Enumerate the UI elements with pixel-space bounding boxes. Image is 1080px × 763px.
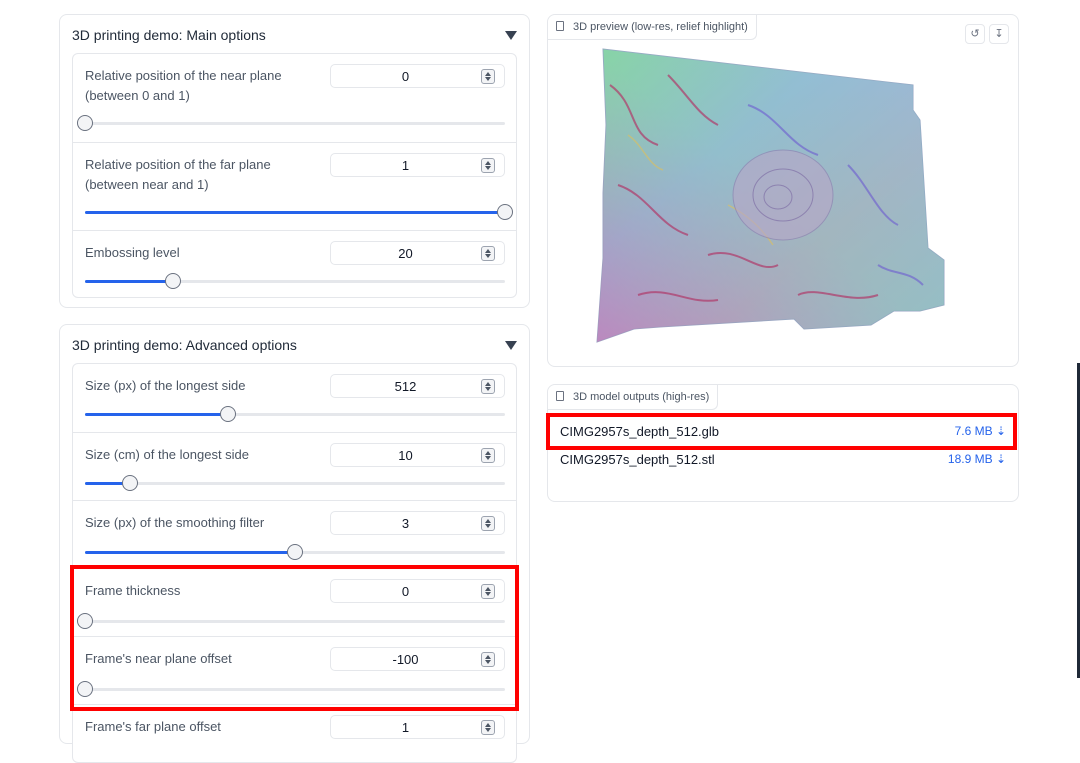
collapse-arrow-icon[interactable] [505, 341, 517, 350]
stepper-icon[interactable] [481, 246, 495, 261]
slider-thumb[interactable] [165, 273, 182, 289]
smoothing-value[interactable]: 3 [331, 516, 480, 531]
stepper-icon[interactable] [481, 584, 495, 599]
file-row[interactable]: CIMG2957s_depth_512.glb 7.6 MB ⇣ [560, 418, 1006, 444]
slider-thumb[interactable] [219, 406, 236, 422]
slider-thumb[interactable] [497, 204, 513, 220]
frame-thickness-input[interactable]: 0 [330, 579, 505, 603]
stepper-icon[interactable] [481, 69, 495, 84]
size-cm-slider[interactable] [85, 475, 505, 491]
smoothing-input[interactable]: 3 [330, 511, 505, 535]
far-plane-label: Relative position of the far plane (betw… [85, 157, 271, 192]
near-plane-input[interactable]: 0 [330, 64, 505, 88]
file-name-link[interactable]: CIMG2957s_depth_512.stl [560, 452, 715, 467]
slider-thumb[interactable] [121, 475, 138, 491]
frame-far-offset-label: Frame's far plane offset [85, 719, 221, 734]
size-cm-label: Size (cm) of the longest side [85, 447, 250, 462]
main-options-panel: 3D printing demo: Main options Relative … [59, 14, 530, 308]
far-plane-slider[interactable] [85, 204, 513, 220]
far-plane-value[interactable]: 1 [331, 158, 480, 173]
file-row[interactable]: CIMG2957s_depth_512.stl 18.9 MB ⇣ [560, 446, 1006, 472]
frame-far-offset-row: Frame's far plane offset 1 [73, 704, 516, 762]
stepper-icon[interactable] [481, 516, 495, 531]
advanced-options-group: Size (px) of the longest side 512 Size (… [72, 363, 517, 763]
stepper-icon[interactable] [481, 720, 495, 735]
size-cm-row: Size (cm) of the longest side 10 [73, 432, 516, 500]
slider-thumb[interactable] [77, 613, 93, 629]
size-cm-value[interactable]: 10 [331, 448, 480, 463]
file-download-link[interactable]: 7.6 MB ⇣ [955, 424, 1006, 438]
near-plane-row: Relative position of the near plane (bet… [73, 54, 516, 142]
size-px-label: Size (px) of the longest side [85, 378, 246, 393]
outputs-panel: 3D model outputs (high-res) CIMG2957s_de… [547, 384, 1019, 502]
file-name-link[interactable]: CIMG2957s_depth_512.glb [560, 424, 719, 439]
file-download-link[interactable]: 18.9 MB ⇣ [948, 452, 1006, 466]
far-plane-input[interactable]: 1 [330, 153, 505, 177]
main-options-title[interactable]: 3D printing demo: Main options [72, 27, 266, 43]
size-px-value[interactable]: 512 [331, 379, 480, 394]
frame-thickness-label: Frame thickness [85, 583, 181, 598]
advanced-options-panel: 3D printing demo: Advanced options Size … [59, 324, 530, 763]
outputs-label: 3D model outputs (high-res) [548, 385, 719, 410]
preview-panel: 3D preview (low-res, relief highlight) ↺… [547, 14, 1019, 367]
near-plane-slider[interactable] [77, 115, 505, 131]
frame-near-offset-label: Frame's near plane offset [85, 651, 232, 666]
near-plane-label: Relative position of the near plane (bet… [85, 68, 282, 103]
frame-near-offset-value[interactable]: -100 [331, 652, 480, 667]
stepper-icon[interactable] [481, 379, 495, 394]
size-px-input[interactable]: 512 [330, 374, 505, 398]
main-options-group: Relative position of the near plane (bet… [72, 53, 517, 298]
size-px-row: Size (px) of the longest side 512 [73, 364, 516, 432]
near-plane-value[interactable]: 0 [331, 69, 480, 84]
embossing-input[interactable]: 20 [330, 241, 505, 265]
frame-near-offset-slider[interactable] [77, 681, 505, 697]
size-cm-input[interactable]: 10 [330, 443, 505, 467]
outputs-label-text: 3D model outputs (high-res) [573, 391, 710, 403]
embossing-value[interactable]: 20 [331, 246, 480, 261]
frame-far-offset-value[interactable]: 1 [331, 720, 480, 735]
size-px-slider[interactable] [85, 406, 505, 422]
frame-thickness-row: Frame thickness 0 [73, 568, 516, 636]
frame-near-offset-row: Frame's near plane offset -100 [73, 636, 516, 704]
embossing-row: Embossing level 20 [73, 230, 516, 297]
far-plane-row: Relative position of the far plane (betw… [73, 142, 516, 230]
embossing-label: Embossing level [85, 245, 180, 260]
frame-near-offset-input[interactable]: -100 [330, 647, 505, 671]
file-icon [556, 391, 564, 401]
frame-thickness-slider[interactable] [77, 613, 505, 629]
collapse-arrow-icon[interactable] [505, 31, 517, 40]
frame-thickness-value[interactable]: 0 [331, 584, 480, 599]
smoothing-label: Size (px) of the smoothing filter [85, 515, 265, 530]
stepper-icon[interactable] [481, 158, 495, 173]
relief-preview-image[interactable] [548, 15, 1018, 366]
slider-thumb[interactable] [287, 544, 303, 560]
frame-far-offset-input[interactable]: 1 [330, 715, 505, 739]
embossing-slider[interactable] [85, 273, 505, 289]
slider-thumb[interactable] [77, 115, 93, 131]
smoothing-row: Size (px) of the smoothing filter 3 [73, 500, 516, 568]
stepper-icon[interactable] [481, 652, 495, 667]
advanced-options-title[interactable]: 3D printing demo: Advanced options [72, 337, 297, 353]
stepper-icon[interactable] [481, 448, 495, 463]
slider-thumb[interactable] [77, 681, 93, 697]
smoothing-slider[interactable] [85, 544, 505, 560]
